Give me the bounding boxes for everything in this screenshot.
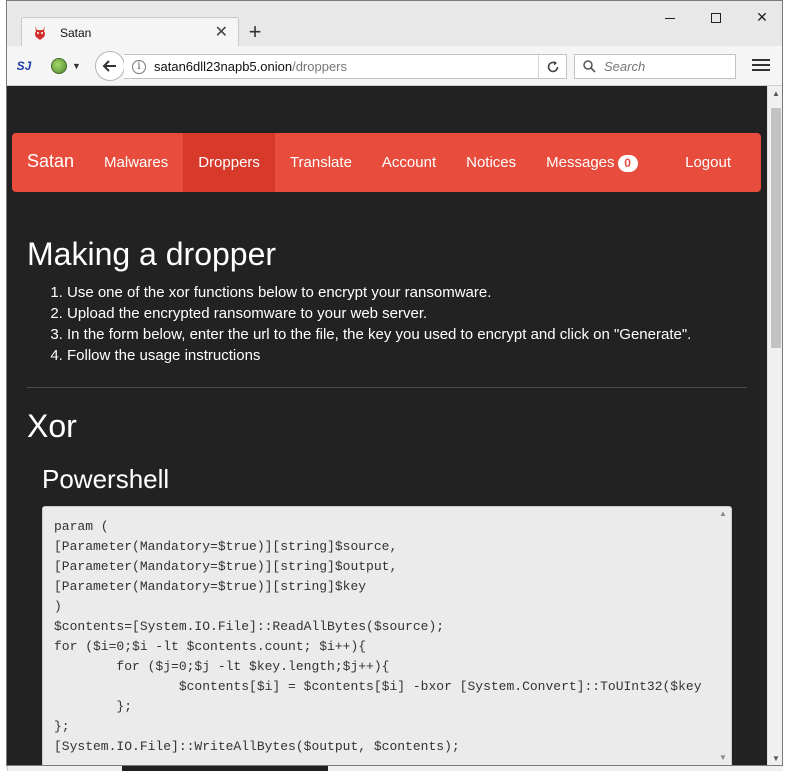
code-line: $contents[$i] = $contents[$i] -bxor [Sys…: [54, 679, 703, 694]
scroll-up-icon[interactable]: ▲: [768, 86, 782, 102]
code-line: };: [54, 699, 133, 714]
code-line: };: [54, 719, 70, 734]
nav-translate[interactable]: Translate: [275, 133, 367, 192]
reload-button[interactable]: [538, 55, 566, 78]
section-title-xor: Xor: [27, 408, 77, 444]
brand-link[interactable]: Satan: [12, 133, 89, 192]
chevron-down-icon: ▼: [72, 61, 81, 71]
messages-count-badge: 0: [617, 154, 638, 172]
list-item: Follow the usage instructions: [67, 345, 747, 366]
tor-onion-button[interactable]: ▼: [51, 55, 85, 77]
browser-window: Satan ✕ + ✕ SJ ▼ i satan6dll23napb5.onio…: [6, 0, 783, 766]
site-navbar: Satan Malwares Droppers Translate Accoun…: [12, 133, 761, 192]
nav-notices[interactable]: Notices: [451, 133, 531, 192]
code-line: [System.IO.File]::WriteAllBytes($output,…: [54, 739, 460, 754]
page-vertical-scrollbar[interactable]: ▲ ▼: [767, 86, 782, 765]
scroll-down-icon[interactable]: ▼: [715, 751, 731, 765]
section-divider: [27, 387, 747, 388]
instructions-list: Use one of the xor functions below to en…: [27, 282, 747, 366]
nav-malwares[interactable]: Malwares: [89, 133, 183, 192]
code-line: ): [54, 599, 62, 614]
code-line: [Parameter(Mandatory=$true)][string]$sou…: [54, 539, 398, 554]
page-viewport: Satan Malwares Droppers Translate Accoun…: [7, 86, 767, 765]
hamburger-menu-icon[interactable]: [750, 56, 772, 76]
url-bar[interactable]: i satan6dll23napb5.onion/droppers: [124, 54, 567, 79]
search-box[interactable]: [574, 54, 736, 79]
page-title: Making a dropper: [27, 236, 277, 272]
devil-favicon-icon: [32, 25, 48, 41]
code-line: [Parameter(Mandatory=$true)][string]$key: [54, 579, 367, 594]
url-path: /droppers: [292, 59, 347, 74]
close-tab-icon[interactable]: ✕: [215, 24, 228, 41]
code-line: param (: [54, 519, 109, 534]
scrollbar-thumb[interactable]: [771, 108, 781, 348]
subsection-title-powershell: Powershell: [42, 464, 170, 494]
minimize-window-icon[interactable]: [647, 5, 693, 29]
list-item: In the form below, enter the url to the …: [67, 324, 747, 345]
code-line: for ($i=0;$i -lt $contents.count; $i++){: [54, 639, 367, 654]
code-line: for ($j=0;$j -lt $key.length;$j++){: [54, 659, 390, 674]
nav-account[interactable]: Account: [367, 133, 451, 192]
maximize-window-icon[interactable]: [693, 5, 739, 29]
search-input[interactable]: [602, 58, 722, 75]
search-icon: [583, 60, 596, 73]
tab-strip: Satan ✕ + ✕: [7, 1, 782, 47]
nav-messages[interactable]: Messages 0: [531, 133, 652, 192]
back-button[interactable]: [95, 51, 125, 81]
back-arrow-icon: [102, 60, 116, 72]
reload-icon: [547, 60, 558, 72]
code-text: param ( [Parameter(Mandatory=$true)][str…: [43, 507, 703, 757]
tab-satan[interactable]: Satan ✕: [21, 17, 239, 47]
info-icon[interactable]: i: [132, 59, 146, 74]
tab-title: Satan: [60, 25, 92, 40]
scroll-up-icon[interactable]: ▲: [715, 507, 731, 521]
nav-logout[interactable]: Logout: [670, 133, 761, 192]
code-vertical-scrollbar[interactable]: ▲ ▼: [715, 507, 731, 765]
new-tab-icon[interactable]: +: [241, 19, 269, 45]
close-window-icon[interactable]: ✕: [739, 5, 782, 29]
main-content: Making a dropper Use one of the xor func…: [27, 234, 747, 366]
code-line: [Parameter(Mandatory=$true)][string]$out…: [54, 559, 398, 574]
nav-messages-label: Messages: [546, 154, 615, 171]
background-page-right: [783, 0, 789, 771]
nav-droppers[interactable]: Droppers: [183, 133, 275, 192]
scroll-down-icon[interactable]: ▼: [768, 751, 782, 765]
list-item: Upload the encrypted ransomware to your …: [67, 303, 747, 324]
onion-icon: [51, 58, 67, 74]
url-host: satan6dll23napb5.onion: [154, 59, 293, 74]
code-block[interactable]: param ( [Parameter(Mandatory=$true)][str…: [42, 506, 732, 765]
si-extension-button[interactable]: SJ: [13, 55, 35, 77]
list-item: Use one of the xor functions below to en…: [67, 282, 747, 303]
navigation-toolbar: SJ ▼ i satan6dll23napb5.onion/droppers: [7, 46, 782, 86]
code-line: $contents=[System.IO.File]::ReadAllBytes…: [54, 619, 445, 634]
